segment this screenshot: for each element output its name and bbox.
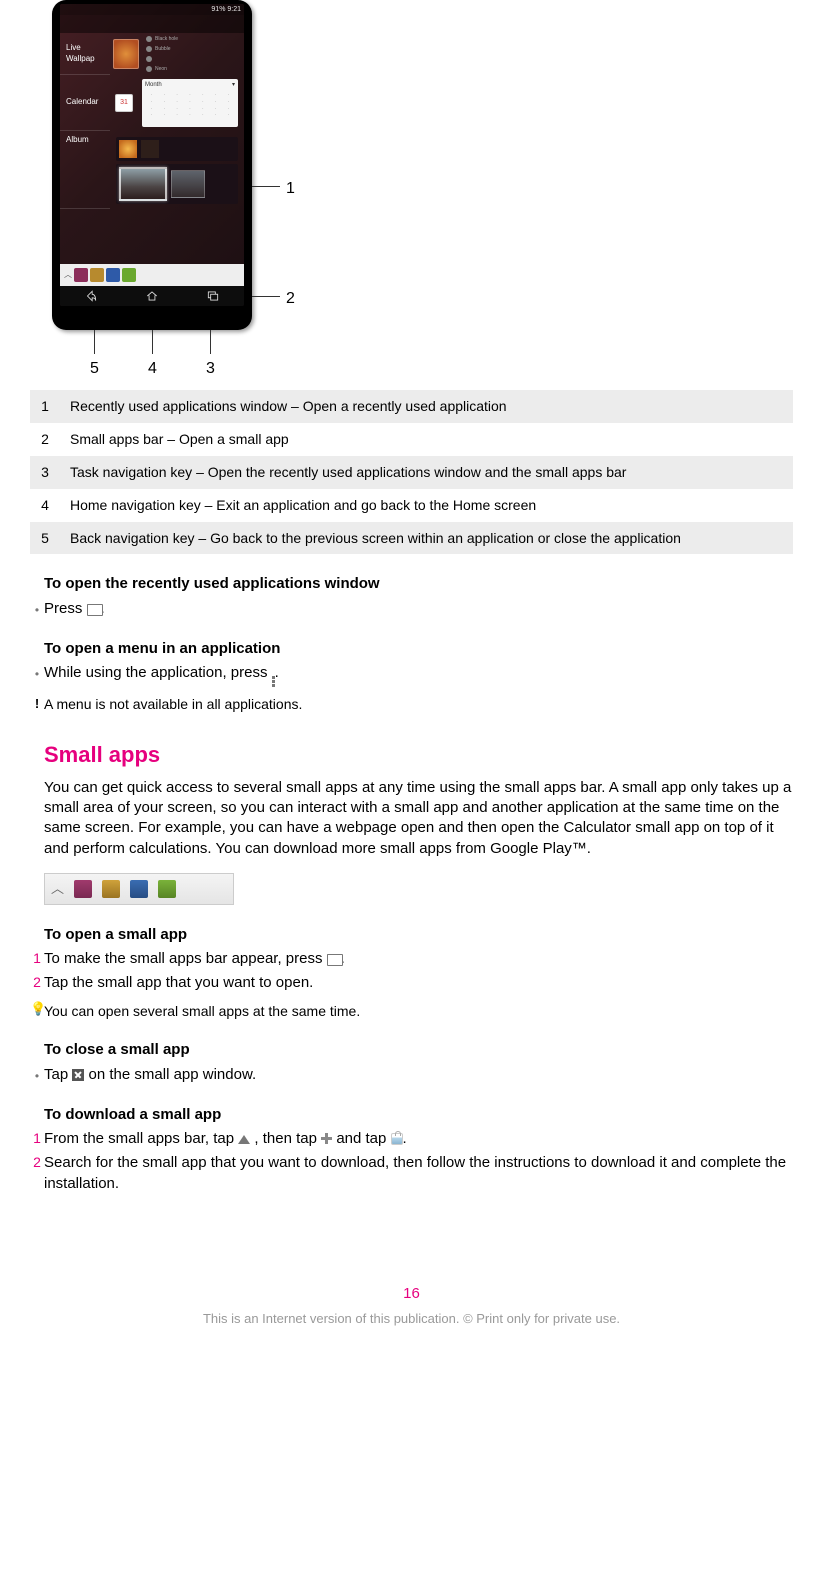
step-text: Tap the small app that you want to open. (44, 973, 793, 993)
legend-row: 2Small apps bar – Open a small app (30, 423, 793, 456)
step-row: 1 From the small apps bar, tap , then ta… (30, 1129, 793, 1149)
legend-row: 5Back navigation key – Go back to the pr… (30, 522, 793, 555)
legend-row: 1Recently used applications window – Ope… (30, 390, 793, 423)
calendar-icon: 31 (115, 94, 133, 112)
small-app-tile (74, 880, 92, 898)
callout-2: 2 (286, 288, 295, 310)
phone-figure: 91% 9:21 Live Wallpap Black hole Bubble … (30, 0, 310, 380)
small-app-tile (102, 880, 120, 898)
status-right: 91% 9:21 (211, 6, 241, 13)
step-number: 2 (30, 1153, 44, 1172)
step-text: Tap on the small app window. (44, 1065, 793, 1085)
calendar-label: Calendar (60, 75, 110, 131)
step-row: 1 To make the small apps bar appear, pre… (30, 949, 793, 969)
callout-line (94, 330, 95, 354)
calendar-card: Month▾ ....... ....... ....... ....... (142, 79, 238, 127)
callout-5: 5 (90, 358, 99, 380)
back-key-icon (81, 289, 101, 303)
step-text: Search for the small app that you want t… (44, 1153, 793, 1194)
step-text: From the small apps bar, tap , then tap … (44, 1129, 793, 1149)
home-key-icon (142, 289, 162, 303)
recents-icon (87, 604, 101, 614)
note-row: ! A menu is not available in all applica… (30, 695, 793, 714)
status-bar: 91% 9:21 (60, 4, 244, 15)
step-row: • Press . (30, 599, 793, 619)
wallpaper-list: Black hole Bubble Neon (142, 34, 244, 75)
small-app-tile (130, 880, 148, 898)
important-icon: ! (30, 695, 44, 713)
subhead-open-recents: To open the recently used applications w… (44, 574, 793, 594)
chevron-up-icon: ︿ (64, 270, 72, 281)
tip-icon: 💡 (30, 1002, 44, 1015)
album-label: Album (60, 131, 110, 209)
calendar-row: Calendar 31 Month▾ ....... ....... .....… (60, 75, 244, 131)
bullet: • (30, 602, 44, 618)
wallpaper-swatch (113, 39, 139, 69)
album-strip (116, 137, 238, 161)
subhead-open-menu: To open a menu in an application (44, 639, 793, 659)
subhead-download-small-app: To download a small app (44, 1105, 793, 1125)
tip-text: You can open several small apps at the s… (44, 1002, 793, 1021)
close-icon (72, 1069, 84, 1081)
bullet: • (30, 666, 44, 682)
step-number: 1 (30, 1129, 44, 1148)
subhead-open-small-app: To open a small app (44, 925, 793, 945)
small-app-tile (90, 268, 104, 282)
wallpaper-label: Live Wallpap (60, 33, 110, 75)
step-row: • Tap on the small app window. (30, 1065, 793, 1085)
shop-bag-icon (391, 1133, 403, 1145)
legend-table: 1Recently used applications window – Ope… (30, 390, 793, 554)
small-app-tile (74, 268, 88, 282)
step-text: While using the application, press . (44, 663, 793, 687)
caret-up-icon (238, 1135, 250, 1144)
footer-text: This is an Internet version of this publ… (30, 1310, 793, 1328)
recents-key-icon (203, 289, 223, 303)
step-row: • While using the application, press . (30, 663, 793, 687)
step-text: Press . (44, 599, 793, 619)
step-row: 2 Tap the small app that you want to ope… (30, 973, 793, 993)
page-number: 16 (30, 1284, 793, 1304)
recents-icon (327, 954, 341, 964)
callout-line (152, 330, 153, 354)
small-apps-bar: ︿ (60, 264, 244, 286)
callout-1: 1 (286, 178, 295, 200)
callout-4: 4 (148, 358, 157, 380)
callout-line (252, 296, 280, 297)
step-row: 2 Search for the small app that you want… (30, 1153, 793, 1194)
step-number: 2 (30, 973, 44, 992)
chevron-up-icon: ︿ (51, 880, 64, 898)
wallpaper-row: Live Wallpap Black hole Bubble Neon (60, 33, 244, 75)
phone-body: 91% 9:21 Live Wallpap Black hole Bubble … (52, 0, 252, 330)
small-app-tile (122, 268, 136, 282)
plus-icon (321, 1133, 332, 1144)
step-text: To make the small apps bar appear, press… (44, 949, 793, 969)
small-apps-bar-image: ︿ (44, 873, 234, 905)
phone-screen: 91% 9:21 Live Wallpap Black hole Bubble … (60, 4, 244, 306)
bullet: • (30, 1068, 44, 1084)
step-number: 1 (30, 949, 44, 968)
small-app-tile (106, 268, 120, 282)
paragraph: You can get quick access to several smal… (44, 778, 793, 859)
callout-3: 3 (206, 358, 215, 380)
album-frames (116, 164, 238, 204)
legend-row: 4Home navigation key – Exit an applicati… (30, 489, 793, 522)
tip-row: 💡 You can open several small apps at the… (30, 1002, 793, 1021)
callout-line (210, 330, 211, 354)
nav-bar (60, 286, 244, 306)
note-text: A menu is not available in all applicati… (44, 695, 793, 714)
heading-small-apps: Small apps (44, 740, 793, 770)
callout-line (252, 186, 280, 187)
legend-row: 3Task navigation key – Open the recently… (30, 456, 793, 489)
screen-header (60, 15, 244, 33)
subhead-close-small-app: To close a small app (44, 1040, 793, 1060)
album-row: Album (60, 131, 244, 209)
small-app-tile (158, 880, 176, 898)
